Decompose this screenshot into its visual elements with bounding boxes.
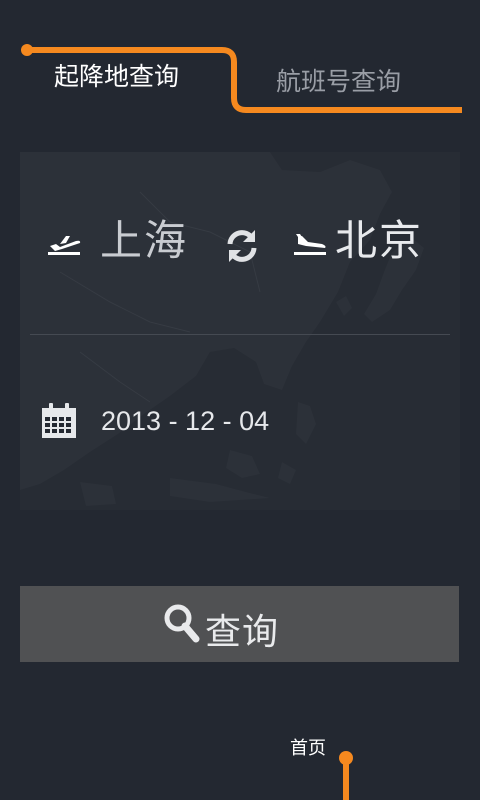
departure-city[interactable]: 上海 bbox=[100, 220, 188, 262]
date-value: 2013 - 12 - 04 bbox=[101, 406, 270, 436]
tab-flight-number[interactable]: 航班号查询 bbox=[276, 69, 401, 94]
takeoff-plane-icon bbox=[46, 232, 82, 260]
magnifier-icon bbox=[164, 604, 200, 647]
arrival-city[interactable]: 北京 bbox=[335, 220, 423, 262]
divider bbox=[30, 334, 450, 335]
date-selector[interactable]: 2013 - 12 - 04 bbox=[40, 400, 440, 442]
east-asia-map-image bbox=[20, 152, 424, 506]
search-button[interactable]: 查询 bbox=[20, 586, 459, 662]
tab-track-line bbox=[21, 44, 462, 113]
tab-bar: 起降地查询 航班号查询 bbox=[0, 0, 480, 120]
calendar-icon bbox=[40, 402, 78, 444]
home-nav-label[interactable]: 首页 bbox=[290, 734, 326, 760]
bottom-nav: 首页 bbox=[0, 720, 480, 800]
nav-track-line bbox=[339, 751, 353, 800]
map-background bbox=[20, 152, 460, 510]
search-button-label: 查询 bbox=[205, 611, 280, 652]
route-selector: 上海 北京 bbox=[20, 210, 460, 282]
landing-plane-icon bbox=[292, 232, 328, 260]
tab-origin-destination[interactable]: 起降地查询 bbox=[54, 64, 179, 89]
swap-refresh-icon[interactable] bbox=[222, 226, 262, 270]
